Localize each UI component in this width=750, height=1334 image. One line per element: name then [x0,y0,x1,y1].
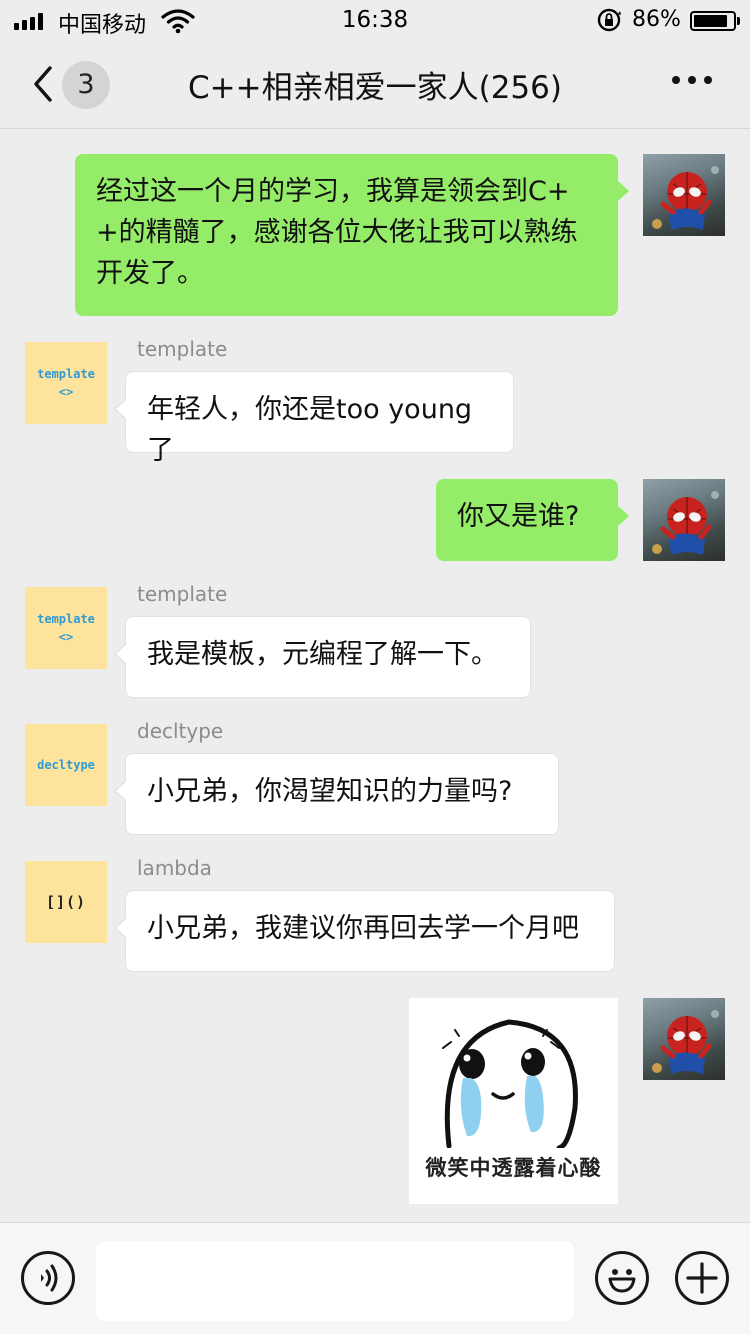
my-message-bubble[interactable]: 你又是谁? [436,479,629,561]
template-avatar[interactable]: template <> [25,342,107,424]
voice-button[interactable] [21,1251,75,1305]
my-avatar[interactable] [643,154,725,236]
rotation-lock-icon [597,8,621,32]
crying-face-sticker [442,1019,578,1148]
chat-header: 3 C++相亲相爱一家人(256) [0,40,750,129]
avatar-text: <> [58,385,74,399]
more-options-icon[interactable] [672,76,712,84]
incoming-message-bubble[interactable]: 小兄弟，我建议你再回去学一个月吧 [114,890,615,972]
my-avatar[interactable] [643,479,725,561]
my-avatar[interactable] [643,998,725,1080]
lambda-avatar[interactable]: []() [25,861,107,943]
avatar-text: template [37,612,95,626]
my-message-bubble[interactable]: 经过这一个月的学习，我算是领会到C+ +的精髓了，感谢各位大佬让我可以熟练 开发… [75,154,629,316]
emoji-button[interactable] [595,1251,649,1305]
avatar-text: []() [45,893,87,911]
avatar-text: <> [58,630,74,644]
battery-icon [690,11,736,31]
chat-title: C++相亲相爱一家人(256) [188,70,562,106]
template-avatar[interactable]: template <> [25,587,107,669]
battery-percent: 86% [632,7,681,32]
sticker-image[interactable]: 微笑中透露着心酸 [409,998,618,1204]
sender-name: template [137,582,228,606]
sticker-caption: 微笑中透露着心酸 [425,1156,602,1180]
input-bar [0,1222,750,1334]
emoji-icon [608,1269,636,1293]
incoming-message-bubble[interactable]: 小兄弟，你渴望知识的力量吗? [114,753,559,835]
voice-icon [41,1264,58,1292]
incoming-message-bubble[interactable]: 年轻人，你还是too young了 [114,371,514,466]
avatar-text: template [37,367,95,381]
avatar-text: decltype [37,758,95,772]
decltype-avatar[interactable]: decltype [25,724,107,806]
sender-name: decltype [137,719,224,743]
more-functions-button[interactable] [675,1251,729,1305]
message-input[interactable] [96,1241,574,1321]
plus-icon [686,1262,718,1294]
sender-name: lambda [137,856,212,880]
sender-name: template [137,337,228,361]
status-bar: 中国移动 16:38 86% [0,0,750,40]
incoming-message-bubble[interactable]: 我是模板，元编程了解一下。 [114,616,531,698]
battery-tip [737,17,740,25]
